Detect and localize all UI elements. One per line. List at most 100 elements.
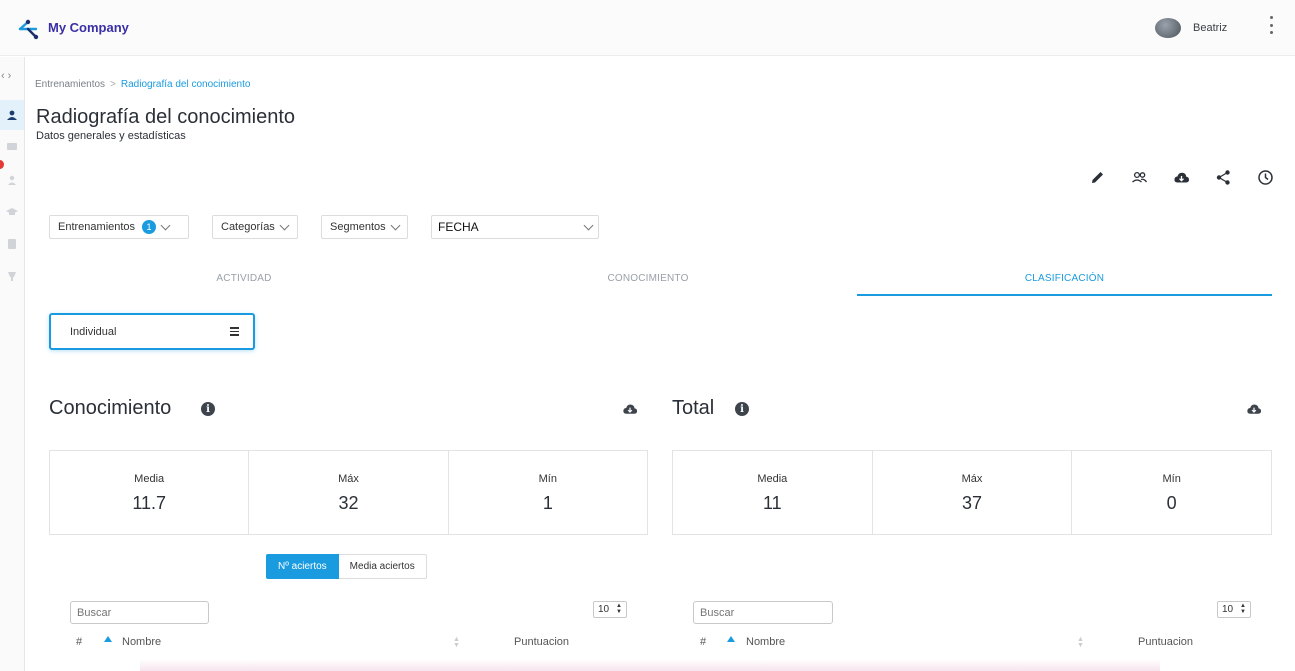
stat-card: Mín 0 (1072, 451, 1271, 534)
cloud-download-icon (1173, 172, 1189, 182)
stat-value: 32 (338, 493, 359, 513)
filter-categories[interactable]: Categorías (212, 215, 298, 239)
page-toolbar (1085, 167, 1275, 187)
avg-hits-button[interactable]: Media aciertos (338, 554, 427, 579)
column-score[interactable]: Puntuacion (1138, 636, 1193, 648)
spinner-icon: ▲ ▼ (1240, 603, 1246, 615)
sidebar-item-messages[interactable] (0, 132, 24, 162)
cloud-download-icon[interactable] (1245, 401, 1263, 417)
sort-icon[interactable]: ▲ ▼ (453, 636, 460, 649)
breadcrumb-separator: > (110, 79, 116, 90)
column-name[interactable]: Nombre (746, 636, 785, 648)
breadcrumb-root[interactable]: Entrenamientos (35, 79, 105, 90)
share-button[interactable] (1213, 167, 1233, 187)
column-index: # (700, 636, 707, 648)
tab-knowledge[interactable]: CONOCIMIENTO (453, 266, 843, 296)
knowledge-stats: Media 11.7 Máx 32 Mín 1 (49, 450, 648, 535)
page-subtitle: Datos generales y estadísticas (36, 130, 186, 142)
stat-value: 11 (762, 493, 782, 513)
user-icon (8, 175, 16, 185)
stat-card: Máx 32 (249, 451, 449, 534)
sort-ascending-icon[interactable] (727, 636, 735, 642)
sort-icon[interactable]: ▲ ▼ (1077, 636, 1084, 649)
knowledge-title: Conocimiento (49, 397, 172, 419)
chat-icon (7, 143, 17, 150)
download-button[interactable] (1171, 167, 1191, 187)
filter-segments-label: Segmentos (330, 221, 386, 233)
trophy-icon (8, 272, 16, 281)
tab-bar: ACTIVIDAD CONOCIMIENTO CLASIFICACIÓN (49, 266, 1272, 296)
users-icon (1131, 171, 1147, 183)
sidebar-collapse-toggle[interactable]: ‹› (1, 70, 14, 82)
filter-trainings[interactable]: Entrenamientos 1 (49, 215, 189, 239)
sidebar-item-reports[interactable] (0, 229, 24, 259)
stat-value: 37 (961, 493, 983, 513)
breadcrumb-current[interactable]: Radiografía del conocimiento (121, 79, 251, 90)
stat-card: Máx 37 (873, 451, 1073, 534)
view-mode-select[interactable]: Individual (49, 313, 255, 350)
sidebar-item-rewards[interactable] (0, 261, 24, 291)
knowledge-page-size-select[interactable]: 10 ▲ ▼ (593, 601, 627, 618)
table-body-fade (140, 659, 1160, 671)
stat-label: Máx (338, 473, 359, 485)
total-page-size-select[interactable]: 10 ▲ ▼ (1217, 601, 1251, 618)
chevron-down-icon (279, 220, 290, 230)
breadcrumb: Entrenamientos > Radiografía del conocimie… (35, 79, 250, 90)
stat-label: Máx (961, 473, 983, 485)
users-button[interactable] (1129, 167, 1149, 187)
chevron-down-icon (583, 220, 594, 230)
stat-label: Mín (1162, 473, 1181, 485)
sidebar-item-training[interactable] (0, 197, 24, 227)
column-name[interactable]: Nombre (122, 636, 161, 648)
filter-count-badge: 1 (142, 220, 157, 234)
stat-label: Media (134, 473, 165, 485)
stat-value: 0 (1166, 493, 1177, 513)
hits-button[interactable]: Nº aciertos (266, 554, 339, 579)
user-chart-icon (7, 110, 17, 120)
stat-card: Mín 1 (449, 451, 647, 534)
sort-ascending-icon[interactable] (104, 636, 112, 642)
filter-segments[interactable]: Segmentos (321, 215, 408, 239)
total-title: Total (672, 397, 715, 419)
page-title: Radiografía del conocimiento (36, 106, 296, 128)
tab-activity[interactable]: ACTIVIDAD (49, 266, 439, 296)
avatar[interactable] (1155, 18, 1181, 38)
info-icon[interactable]: i (201, 402, 215, 416)
total-search-input[interactable] (693, 601, 833, 624)
share-icon (1216, 169, 1230, 185)
brand-name[interactable]: My Company (48, 20, 129, 35)
top-bar: My Company Beatriz (0, 0, 1295, 56)
knowledge-search-input[interactable] (70, 601, 209, 624)
sidebar-item-users[interactable] (0, 165, 24, 195)
metric-toggle: Nº aciertos Media aciertos (266, 554, 427, 579)
total-stats: Media 11 Máx 37 Mín 0 (672, 450, 1272, 535)
stat-value: 1 (542, 493, 553, 513)
more-menu-icon[interactable] (1266, 16, 1276, 34)
edit-button[interactable] (1087, 167, 1107, 187)
spinner-icon: ▲ ▼ (616, 603, 622, 615)
pencil-icon (1091, 171, 1103, 183)
clipboard-icon (8, 239, 16, 249)
stat-label: Media (757, 473, 788, 485)
company-logo[interactable] (16, 16, 42, 42)
cloud-download-icon[interactable] (621, 401, 639, 417)
stat-label: Mín (538, 473, 557, 485)
chevron-down-icon (390, 220, 401, 230)
filter-date[interactable]: FECHA (431, 215, 599, 239)
chevron-down-icon (160, 220, 171, 230)
column-index: # (76, 636, 83, 648)
page-size-value: 10 (598, 604, 610, 615)
user-name[interactable]: Beatriz (1193, 22, 1227, 34)
column-score[interactable]: Puntuacion (514, 636, 569, 648)
stat-card: Media 11 (673, 451, 873, 534)
history-button[interactable] (1255, 167, 1275, 187)
tab-classification[interactable]: CLASIFICACIÓN (857, 266, 1272, 296)
graduation-cap-icon (6, 208, 18, 215)
info-icon[interactable]: i (735, 402, 749, 416)
filter-categories-label: Categorías (221, 221, 275, 233)
page-size-value: 10 (1222, 604, 1234, 615)
filter-trainings-label: Entrenamientos (58, 221, 136, 233)
stat-card: Media 11.7 (50, 451, 250, 534)
stat-value: 11.7 (132, 493, 167, 513)
sidebar-item-dashboard[interactable] (0, 100, 24, 130)
